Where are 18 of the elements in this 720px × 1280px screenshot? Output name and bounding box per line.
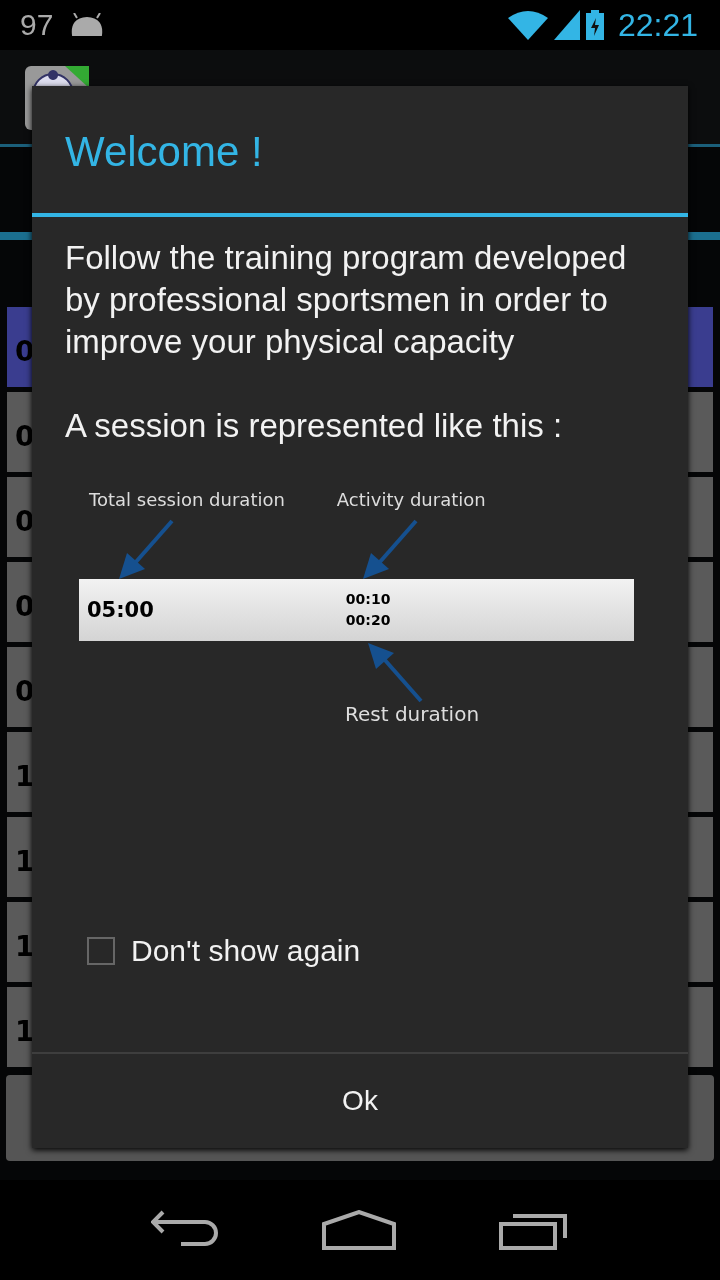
activity-time: 00:10 (345, 590, 391, 609)
checkbox-label[interactable]: Don't show again (131, 934, 361, 968)
dialog-title: Welcome ! (65, 131, 263, 173)
signal-icon (553, 10, 580, 40)
checkbox[interactable] (87, 937, 115, 965)
clock: 22:21 (617, 6, 698, 44)
dialog-message: Follow the training program developed by professional sportsmen in order to improve your physical capacity (65, 238, 628, 362)
rest-time: 00:20 (345, 611, 391, 630)
diagram-label: Total session duration (89, 489, 285, 510)
battery-icon (585, 10, 604, 40)
wifi-icon (507, 10, 548, 40)
home-icon[interactable] (322, 1210, 396, 1250)
notification-count: 97 (20, 8, 54, 42)
diagram-label: Rest duration (345, 702, 480, 726)
dialog-subtitle: A session is represented like this : (65, 406, 564, 446)
ok-button[interactable]: Ok (32, 1052, 688, 1148)
diagram-label: Activity duration (336, 489, 486, 510)
total-time: 05:00 (87, 598, 154, 622)
